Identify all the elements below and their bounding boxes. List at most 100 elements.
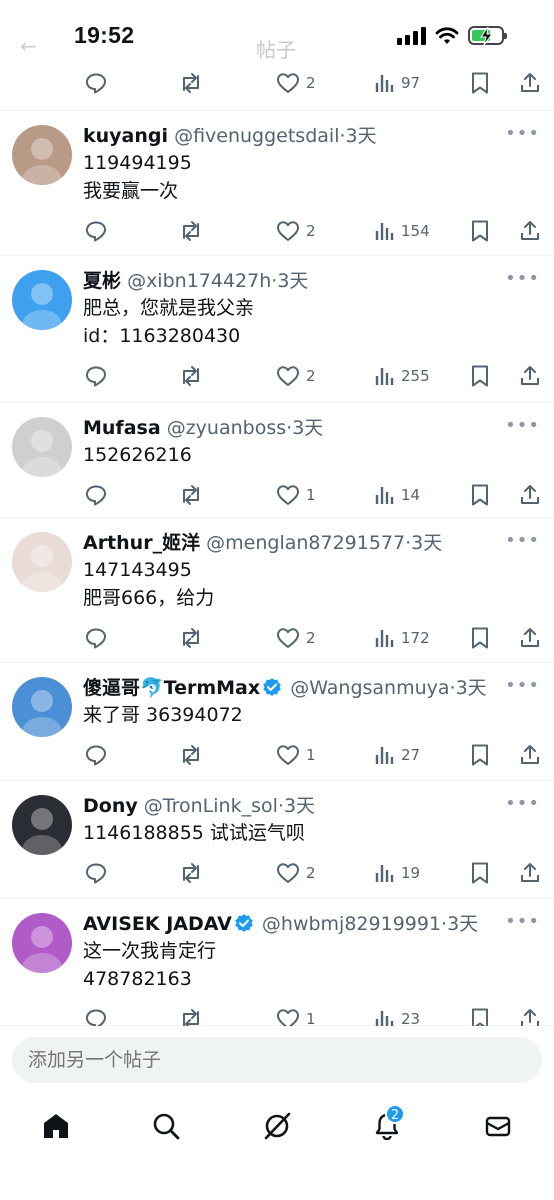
more-options-icon[interactable]: •••	[505, 268, 540, 289]
post[interactable]: Dony @TronLink_sol·3天 ••• 1146188855 试试运气呗…	[0, 781, 554, 899]
user-handle[interactable]: @Wangsanmuya	[290, 677, 449, 699]
more-options-icon[interactable]: •••	[505, 123, 540, 144]
nav-search[interactable]	[146, 1106, 186, 1146]
compose-input[interactable]	[12, 1037, 542, 1083]
user-handle[interactable]: @hwbmj82919991	[262, 913, 441, 935]
avatar[interactable]	[12, 913, 72, 973]
more-options-icon[interactable]: •••	[505, 675, 540, 696]
display-name[interactable]: Mufasa	[83, 417, 161, 439]
reply-button[interactable]	[84, 216, 108, 246]
like-button[interactable]: 2	[276, 216, 316, 246]
share-button[interactable]	[518, 623, 542, 653]
bookmark-button[interactable]	[469, 68, 491, 98]
avatar[interactable]	[12, 270, 72, 330]
user-handle[interactable]: @xibn174427h	[127, 270, 271, 292]
post[interactable]: 夏彬 @xibn174427h·3天 ••• 肥总，您就是我父亲 id：1163280…	[0, 256, 554, 403]
avatar[interactable]	[12, 795, 72, 855]
reply-button[interactable]	[84, 740, 108, 770]
nav-grok[interactable]	[257, 1106, 297, 1146]
views-button[interactable]: 172	[373, 623, 430, 653]
like-button[interactable]: 2	[276, 623, 316, 653]
like-button[interactable]: 2	[276, 68, 316, 98]
bookmark-icon	[469, 219, 491, 243]
display-name[interactable]: 傻逼哥🐬TermMax	[83, 677, 260, 699]
repost-button[interactable]	[178, 480, 204, 510]
avatar[interactable]	[12, 417, 72, 477]
bookmark-button[interactable]	[469, 858, 491, 888]
repost-button[interactable]	[178, 740, 204, 770]
reply-button[interactable]	[84, 68, 108, 98]
like-count: 2	[306, 367, 316, 385]
post-text: 来了哥 36394072	[83, 704, 243, 726]
share-button[interactable]	[518, 216, 542, 246]
repost-button[interactable]	[178, 68, 204, 98]
bookmark-icon	[469, 743, 491, 767]
post-text: 这一次我肯定行	[83, 940, 217, 962]
views-button[interactable]: 19	[373, 858, 420, 888]
bookmark-button[interactable]	[469, 623, 491, 653]
repost-button[interactable]	[178, 216, 204, 246]
more-options-icon[interactable]: •••	[505, 415, 540, 436]
user-handle[interactable]: @TronLink_sol	[144, 795, 278, 817]
nav-notifications[interactable]: 2	[367, 1104, 407, 1146]
like-button[interactable]: 2	[276, 858, 316, 888]
display-name[interactable]: AVISEK JADAV	[83, 913, 232, 935]
views-button[interactable]: 97	[373, 68, 420, 98]
display-name[interactable]: kuyangi	[83, 125, 168, 147]
back-arrow-icon[interactable]: ←	[20, 34, 37, 58]
post-time: 3天	[292, 417, 324, 439]
views-button[interactable]: 255	[373, 361, 430, 391]
views-button[interactable]: 154	[373, 216, 430, 246]
nav-home[interactable]	[36, 1106, 76, 1146]
bookmark-icon	[469, 71, 491, 95]
share-button[interactable]	[518, 361, 542, 391]
avatar[interactable]	[12, 677, 72, 737]
post[interactable]: Mufasa @zyuanboss·3天 ••• 152626216 1 14	[0, 403, 554, 518]
views-button[interactable]: 27	[373, 740, 420, 770]
like-button[interactable]: 1	[276, 480, 316, 510]
display-name[interactable]: Dony	[83, 795, 138, 817]
repost-button[interactable]	[178, 361, 204, 391]
user-handle[interactable]: @fivenuggetsdail	[174, 125, 339, 147]
share-button[interactable]	[518, 68, 542, 98]
more-options-icon[interactable]: •••	[505, 530, 540, 551]
user-handle[interactable]: @menglan87291577	[206, 532, 405, 554]
bookmark-icon	[469, 861, 491, 885]
like-button[interactable]: 2	[276, 361, 316, 391]
bookmark-button[interactable]	[469, 480, 491, 510]
view-count: 172	[401, 629, 430, 647]
bookmark-button[interactable]	[469, 740, 491, 770]
repost-button[interactable]	[178, 623, 204, 653]
reply-button[interactable]	[84, 480, 108, 510]
post[interactable]: 傻逼哥🐬TermMax @Wangsanmuya·3天 ••• 来了哥 363940…	[0, 663, 554, 781]
user-handle[interactable]: @zyuanboss	[167, 417, 286, 439]
verified-badge-icon	[235, 914, 253, 932]
reply-button[interactable]	[84, 858, 108, 888]
views-button[interactable]: 14	[373, 480, 420, 510]
avatar[interactable]	[12, 125, 72, 185]
post-text: 肥总，您就是我父亲	[83, 297, 255, 319]
avatar[interactable]	[12, 532, 72, 592]
more-options-icon[interactable]: •••	[505, 911, 540, 932]
more-options-icon[interactable]: •••	[505, 793, 540, 814]
post[interactable]: AVISEK JADAV @hwbmj82919991·3天 ••• 这一次我肯定行…	[0, 899, 554, 1030]
nav-messages[interactable]	[478, 1106, 518, 1146]
repost-button[interactable]	[178, 858, 204, 888]
like-button[interactable]: 1	[276, 740, 316, 770]
post[interactable]: kuyangi @fivenuggetsdail·3天 ••• 119494195 我…	[0, 111, 554, 256]
display-name[interactable]: 夏彬	[83, 270, 121, 292]
bookmark-icon	[469, 626, 491, 650]
post[interactable]: Arthur_姬洋 @menglan87291577·3天 ••• 14714349…	[0, 518, 554, 663]
display-name[interactable]: Arthur_姬洋	[83, 532, 200, 554]
status-bar: ← 19:52 帖子	[0, 0, 554, 72]
share-button[interactable]	[518, 740, 542, 770]
post-actions: 1 14	[0, 480, 554, 510]
share-button[interactable]	[518, 480, 542, 510]
bookmark-button[interactable]	[469, 216, 491, 246]
share-icon	[518, 71, 542, 95]
grok-icon	[264, 1112, 291, 1140]
reply-button[interactable]	[84, 623, 108, 653]
bookmark-button[interactable]	[469, 361, 491, 391]
share-button[interactable]	[518, 858, 542, 888]
reply-button[interactable]	[84, 361, 108, 391]
